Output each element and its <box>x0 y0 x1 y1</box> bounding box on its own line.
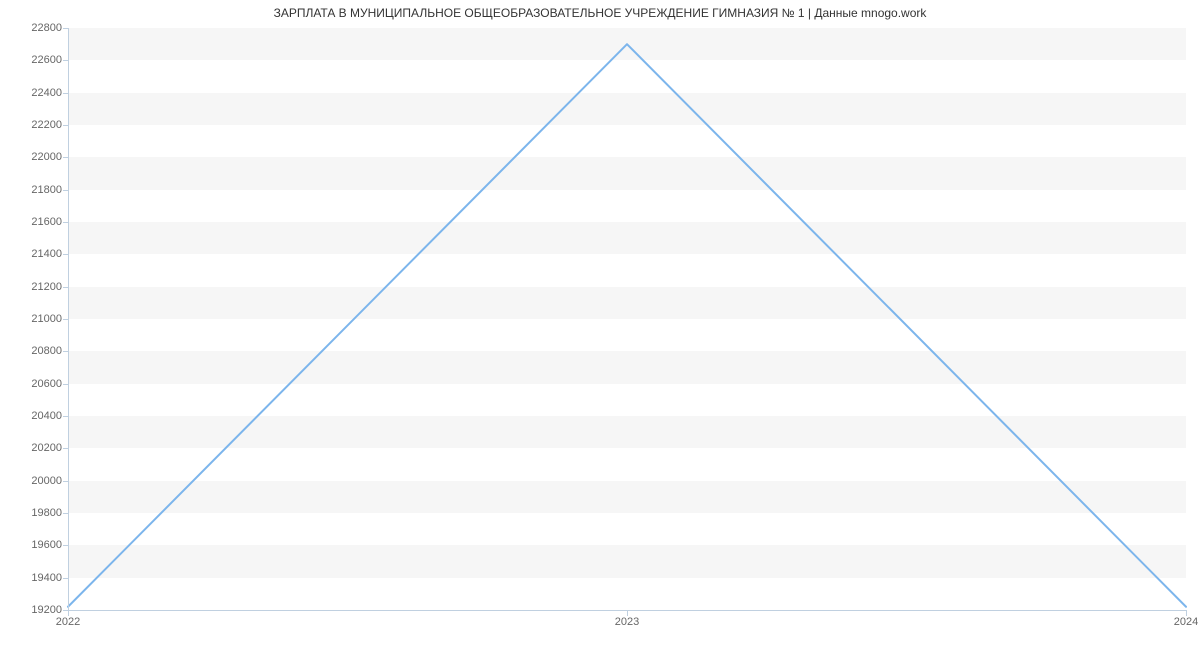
y-tick-label: 22400 <box>2 87 62 99</box>
x-tick-mark <box>627 610 628 616</box>
y-tick-label: 22800 <box>2 22 62 34</box>
x-tick-label: 2023 <box>615 616 639 628</box>
y-tick-label: 20000 <box>2 475 62 487</box>
y-tick-label: 20800 <box>2 345 62 357</box>
y-tick-label: 21000 <box>2 313 62 325</box>
y-tick-label: 22000 <box>2 151 62 163</box>
y-tick-label: 21800 <box>2 184 62 196</box>
y-tick-label: 19200 <box>2 604 62 616</box>
x-tick-mark <box>1186 610 1187 616</box>
y-tick-label: 19800 <box>2 507 62 519</box>
y-tick-label: 20600 <box>2 378 62 390</box>
y-tick-label: 19600 <box>2 539 62 551</box>
y-tick-label: 21200 <box>2 281 62 293</box>
y-tick-label: 22200 <box>2 119 62 131</box>
x-tick-mark <box>68 610 69 616</box>
salary-line-chart: ЗАРПЛАТА В МУНИЦИПАЛЬНОЕ ОБЩЕОБРАЗОВАТЕЛ… <box>0 0 1200 650</box>
y-tick-label: 20400 <box>2 410 62 422</box>
x-tick-label: 2024 <box>1174 616 1198 628</box>
y-axis-line <box>68 28 69 610</box>
y-tick-label: 19400 <box>2 572 62 584</box>
series-line <box>68 44 1186 607</box>
y-tick-label: 20200 <box>2 442 62 454</box>
x-tick-label: 2022 <box>56 616 80 628</box>
plot-area <box>68 28 1186 610</box>
y-tick-label: 21400 <box>2 248 62 260</box>
chart-title: ЗАРПЛАТА В МУНИЦИПАЛЬНОЕ ОБЩЕОБРАЗОВАТЕЛ… <box>0 6 1200 20</box>
y-tick-label: 21600 <box>2 216 62 228</box>
y-tick-label: 22600 <box>2 54 62 66</box>
line-layer <box>68 28 1186 610</box>
